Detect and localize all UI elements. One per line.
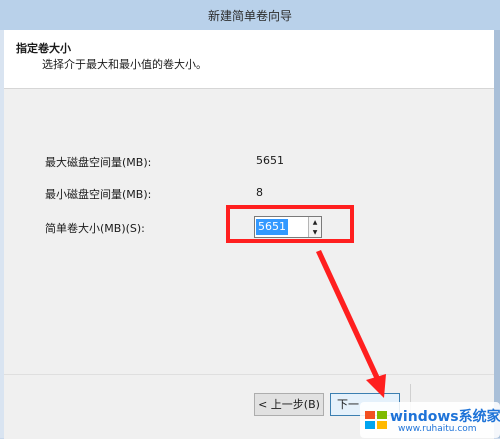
header-title: 指定卷大小	[16, 42, 71, 55]
title-bar: 新建简单卷向导	[0, 0, 500, 31]
wizard-header: 指定卷大小 选择介于最大和最小值的卷大小。	[4, 30, 494, 89]
back-button[interactable]: < 上一步(B)	[254, 393, 324, 416]
header-subtitle: 选择介于最大和最小值的卷大小。	[42, 58, 207, 71]
watermark-title: windows系统家园	[390, 409, 500, 425]
window-border-right	[494, 30, 500, 438]
min-space-label: 最小磁盘空间量(MB):	[45, 188, 152, 201]
window-title: 新建简单卷向导	[207, 9, 292, 23]
windows-logo-icon	[365, 411, 387, 429]
min-space-value: 8	[256, 186, 263, 199]
max-space-value: 5651	[256, 154, 284, 167]
watermark-url: www.ruhaitu.com	[398, 424, 477, 434]
wizard-window: 新建简单卷向导 指定卷大小 选择介于最大和最小值的卷大小。 最大磁盘空间量(MB…	[0, 0, 500, 439]
watermark: windows系统家园 www.ruhaitu.com	[360, 402, 500, 438]
annotation-highlight-box	[226, 205, 354, 243]
volume-size-label: 简单卷大小(MB)(S):	[45, 222, 145, 235]
max-space-label: 最大磁盘空间量(MB):	[45, 156, 152, 169]
